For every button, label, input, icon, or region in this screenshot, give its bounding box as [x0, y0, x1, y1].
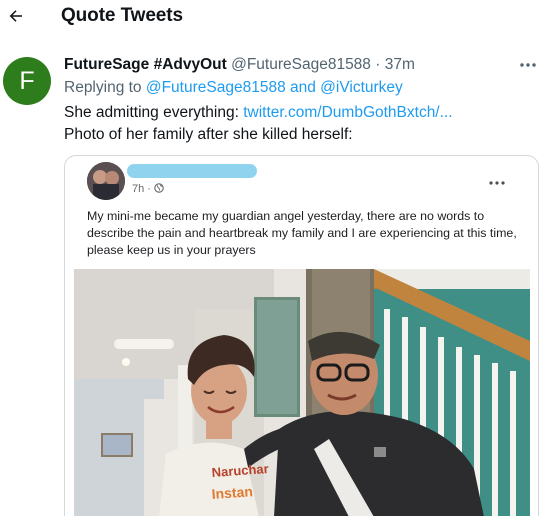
quoted-post-card[interactable]: 7h · My mini-me became my guardian angel… — [64, 155, 539, 516]
tweet-time[interactable]: 37m — [385, 56, 415, 73]
replying-to: Replying to @FutureSage81588 and @iVictu… — [64, 79, 403, 97]
redacted-name — [127, 164, 257, 178]
quoted-avatar[interactable] — [87, 162, 125, 200]
quoted-time: 7h · — [132, 183, 164, 195]
more-icon — [520, 63, 536, 67]
display-name[interactable]: FutureSage #AdvyOut — [64, 56, 227, 73]
tweet-meta: FutureSage #AdvyOut @FutureSage81588 · 3… — [64, 56, 415, 74]
avatar[interactable]: F — [3, 57, 51, 105]
page-title: Quote Tweets — [61, 5, 183, 26]
tweet-text-line-2: Photo of her family after she killed her… — [64, 126, 353, 143]
arrow-left-icon — [9, 10, 22, 22]
avatar-letter: F — [19, 66, 35, 95]
quoted-more-button[interactable] — [488, 173, 506, 185]
shirt-text-2: Instan — [211, 483, 253, 502]
tweet-text-line-1: She admitting everything: twitter.com/Du… — [64, 102, 453, 124]
more-icon — [489, 181, 505, 185]
reply-prefix: Replying to — [64, 79, 142, 96]
tweet-link[interactable]: twitter.com/DumbGothBxtch/... — [243, 104, 452, 121]
reply-users-link[interactable]: @FutureSage81588 and @iVicturkey — [146, 79, 403, 96]
user-handle[interactable]: @FutureSage81588 — [231, 56, 371, 73]
globe-icon — [154, 183, 164, 193]
tweet-text-prefix: She admitting everything: — [64, 104, 239, 121]
more-button[interactable] — [518, 58, 538, 72]
tweet-text: She admitting everything: twitter.com/Du… — [64, 102, 453, 146]
quoted-photo[interactable]: Naruchar Instan — [74, 269, 530, 516]
back-button[interactable] — [2, 2, 30, 30]
quoted-time-text: 7h · — [132, 183, 151, 195]
page-header: Quote Tweets — [0, 0, 547, 36]
quoted-avatar-image — [87, 162, 125, 200]
family-photo: Naruchar Instan — [74, 269, 530, 516]
quoted-text: My mini-me became my guardian angel yest… — [87, 209, 517, 257]
time-separator: · — [375, 56, 381, 73]
